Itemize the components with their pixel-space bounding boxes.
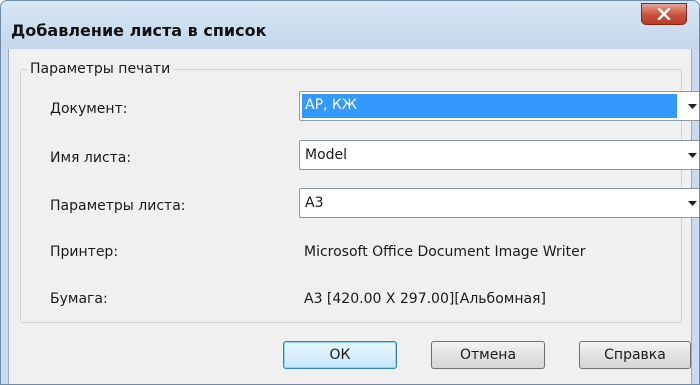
help-button[interactable]: Справка xyxy=(579,341,691,369)
document-value: АР, КЖ xyxy=(302,94,677,118)
paper-value: А3 [420.00 X 297.00][Альбомная] xyxy=(304,291,546,307)
sheet-name-label: Имя листа: xyxy=(50,150,132,166)
chevron-down-icon xyxy=(687,103,697,109)
group-title: Параметры печати xyxy=(27,61,174,77)
chevron-down-icon xyxy=(687,152,697,158)
ok-button[interactable]: ОК xyxy=(283,341,397,369)
print-settings-group: Параметры печати Документ: АР, КЖ Имя ли… xyxy=(20,61,699,323)
dialog-window: Добавление листа в список Параметры печа… xyxy=(0,0,700,385)
sheet-params-label: Параметры листа: xyxy=(50,198,186,214)
sheet-params-value: А3 xyxy=(305,195,324,211)
close-button[interactable] xyxy=(641,3,687,25)
sheet-name-value: Model xyxy=(305,147,348,163)
close-icon xyxy=(657,8,671,20)
title-bar[interactable]: Добавление листа в список xyxy=(1,1,699,49)
dropdown-button[interactable] xyxy=(681,141,699,169)
dialog-title: Добавление листа в список xyxy=(11,21,267,40)
dialog-client-area: Параметры печати Документ: АР, КЖ Имя ли… xyxy=(8,49,699,384)
cancel-button[interactable]: Отмена xyxy=(431,341,545,369)
dropdown-button[interactable] xyxy=(681,189,699,217)
dropdown-button[interactable] xyxy=(681,92,699,120)
paper-label: Бумага: xyxy=(50,291,108,307)
sheet-name-select[interactable]: Model xyxy=(299,140,699,170)
document-label: Документ: xyxy=(50,101,128,117)
sheet-params-select[interactable]: А3 xyxy=(299,188,699,218)
chevron-down-icon xyxy=(687,200,697,206)
document-select[interactable]: АР, КЖ xyxy=(299,91,699,121)
printer-value: Microsoft Office Document Image Writer xyxy=(304,244,586,260)
printer-label: Принтер: xyxy=(50,244,119,260)
